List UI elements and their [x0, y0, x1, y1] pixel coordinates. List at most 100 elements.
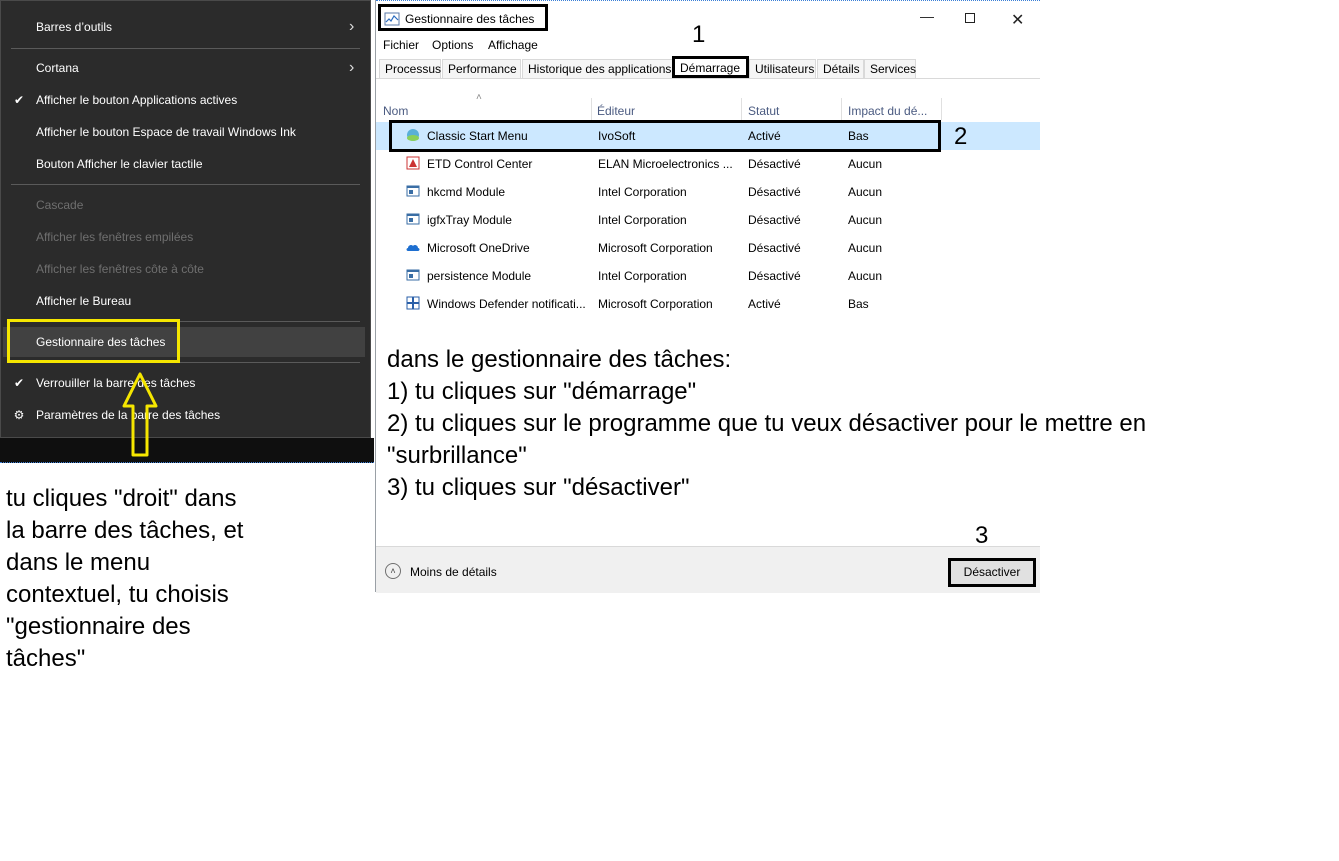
onedrive-icon [406, 244, 420, 251]
startup-row-igfxtray[interactable]: igfxTray Module Intel Corporation Désact… [376, 206, 1040, 234]
row-status: Activé [748, 297, 781, 311]
row-publisher: Intel Corporation [598, 269, 687, 283]
startup-row-hkcmd[interactable]: hkcmd Module Intel Corporation Désactivé… [376, 178, 1040, 206]
column-separator [841, 98, 842, 120]
instruction-line: 2) tu cliques sur le programme que tu ve… [387, 410, 1147, 437]
startup-row-defender[interactable]: Windows Defender notificati... Microsoft… [376, 290, 1040, 318]
menu-item-toolbars[interactable]: Barres d’outils › [1, 12, 370, 42]
menu-item-label: Afficher le Bureau [36, 294, 132, 308]
column-separator [591, 98, 592, 120]
taskbar-context-menu: Barres d’outils › Cortana › ✔ Afficher l… [0, 0, 371, 438]
checkmark-icon: ✔ [13, 376, 25, 390]
column-header-nom[interactable]: Nom [383, 104, 408, 118]
tab-utilisateurs[interactable]: Utilisateurs [749, 59, 816, 78]
menu-fichier[interactable]: Fichier [383, 38, 419, 52]
module-icon [406, 213, 420, 225]
menu-item-taskbar-settings[interactable]: ⚙ Paramètres de la barre des tâches [1, 400, 370, 430]
row-impact: Aucun [848, 269, 883, 283]
instruction-line: 1) tu cliques sur "démarrage" [387, 378, 697, 405]
menu-item-label: Barres d’outils [36, 20, 113, 34]
row-publisher: ELAN Microelectronics ... [598, 157, 733, 171]
row-impact: Aucun [848, 213, 883, 227]
menu-item-touch-keyboard[interactable]: Bouton Afficher le clavier tactile [1, 149, 370, 179]
menu-item-show-desktop[interactable]: Afficher le Bureau [1, 286, 370, 316]
disable-button[interactable]: Désactiver [948, 558, 1036, 587]
row-publisher: Microsoft Corporation [598, 297, 713, 311]
instruction-line: "surbrillance" [387, 442, 527, 469]
chevron-up-icon[interactable]: ˄ [385, 563, 401, 579]
startup-row-persistence[interactable]: persistence Module Intel Corporation Dés… [376, 262, 1040, 290]
window-title: Gestionnaire des tâches [405, 12, 535, 26]
row-impact: Aucun [848, 157, 883, 171]
menu-options[interactable]: Options [432, 38, 473, 52]
row-name: Microsoft OneDrive [427, 241, 530, 255]
column-header-impact[interactable]: Impact du dé... [848, 104, 927, 118]
chevron-right-icon: › [349, 18, 355, 35]
less-details-link[interactable]: Moins de détails [410, 565, 497, 579]
menu-item-label: Bouton Afficher le clavier tactile [36, 157, 203, 171]
column-header-editeur[interactable]: Éditeur [597, 104, 635, 118]
tab-historique[interactable]: Historique des applications [522, 59, 673, 78]
task-manager-icon [384, 12, 400, 26]
row-impact: Aucun [848, 241, 883, 255]
menu-item-label: Cortana [36, 61, 79, 75]
elan-icon [406, 156, 420, 170]
tab-services[interactable]: Services [864, 59, 916, 78]
highlight-box [7, 319, 180, 363]
column-separator [741, 98, 742, 120]
row-status: Désactivé [748, 185, 801, 199]
menu-item-label: Afficher les fenêtres empilées [36, 230, 194, 244]
startup-row-onedrive[interactable]: Microsoft OneDrive Microsoft Corporation… [376, 234, 1040, 262]
taskbar[interactable] [0, 438, 374, 463]
tab-processus[interactable]: Processus [379, 59, 441, 78]
menu-item-windows-ink[interactable]: Afficher le bouton Espace de travail Win… [1, 117, 370, 147]
menu-item-cortana[interactable]: Cortana › [1, 53, 370, 83]
chevron-right-icon: › [349, 59, 355, 76]
startup-row-etd[interactable]: ETD Control Center ELAN Microelectronics… [376, 150, 1040, 178]
menu-separator [11, 184, 360, 185]
maximize-icon[interactable] [965, 13, 975, 23]
menu-item-label: Afficher les fenêtres côte à côte [36, 262, 204, 276]
tab-performance[interactable]: Performance [442, 59, 521, 78]
menu-item-show-task-view[interactable]: ✔ Afficher le bouton Applications active… [1, 85, 370, 115]
yellow-arrow-icon [122, 372, 158, 457]
menu-item-lock-taskbar[interactable]: ✔ Verrouiller la barre des tâches [1, 368, 370, 398]
close-icon[interactable]: ✕ [1011, 10, 1024, 30]
column-separator [941, 98, 942, 120]
menu-affichage[interactable]: Affichage [488, 38, 538, 52]
row-impact: Aucun [848, 185, 883, 199]
row-status: Désactivé [748, 213, 801, 227]
row-status: Désactivé [748, 269, 801, 283]
instructions-text: dans le gestionnaire des tâches: 1) tu c… [387, 344, 1146, 504]
menu-item-label: Verrouiller la barre des tâches [36, 376, 196, 390]
tab-demarrage[interactable]: Démarrage [672, 56, 749, 78]
annotation-number-2: 2 [954, 123, 968, 150]
row-name: igfxTray Module [427, 213, 512, 227]
gear-icon: ⚙ [13, 408, 25, 422]
minimize-icon[interactable]: — [920, 8, 934, 24]
row-name: Windows Defender notificati... [427, 297, 586, 311]
row-status: Désactivé [748, 157, 801, 171]
sort-arrow-icon: ˄ [476, 92, 482, 103]
module-icon [406, 185, 420, 197]
instruction-line: 3) tu cliques sur "désactiver" [387, 474, 690, 501]
row-impact: Bas [848, 297, 869, 311]
instruction-line: dans le gestionnaire des tâches: [387, 346, 732, 373]
menu-item-label: Afficher le bouton Espace de travail Win… [36, 125, 296, 139]
row-publisher: Intel Corporation [598, 213, 687, 227]
row-name: persistence Module [427, 269, 532, 283]
row-publisher: Intel Corporation [598, 185, 687, 199]
footer-divider [376, 546, 1040, 547]
menu-item-cascade: Cascade [1, 190, 370, 220]
taskbar-edge [0, 462, 374, 465]
annotation-number-1: 1 [692, 21, 706, 48]
row-name: ETD Control Center [427, 157, 533, 171]
tab-details[interactable]: Détails [817, 59, 864, 78]
row-publisher: Microsoft Corporation [598, 241, 713, 255]
left-instructions: tu cliques "droit" dans la barre des tâc… [6, 485, 244, 672]
menu-item-stacked: Afficher les fenêtres empilées [1, 222, 370, 252]
row-callout [389, 120, 941, 152]
menu-separator [11, 48, 360, 49]
column-header-statut[interactable]: Statut [748, 104, 779, 118]
module-icon [406, 269, 420, 281]
